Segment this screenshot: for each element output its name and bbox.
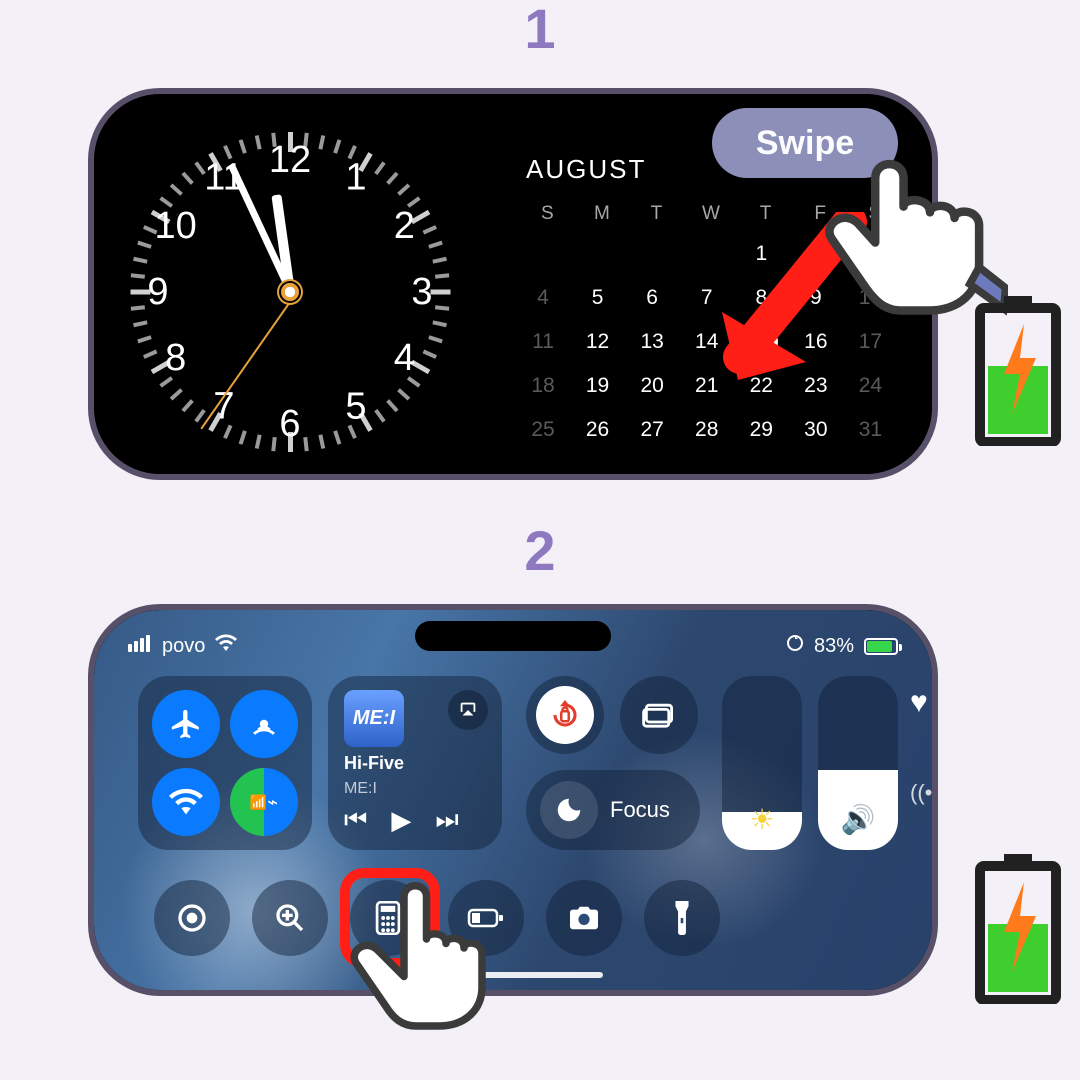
orientation-lock-toggle[interactable] bbox=[526, 676, 604, 754]
clock-number: 6 bbox=[268, 402, 312, 446]
cellular-bluetooth-toggle[interactable]: 📶⌁ bbox=[230, 768, 298, 836]
calendar-day: 20 bbox=[635, 371, 669, 401]
media-next-button[interactable]: ⏭ bbox=[435, 804, 458, 836]
connectivity-pane[interactable]: 📶⌁ bbox=[138, 676, 312, 850]
hotspot-icon[interactable]: ((•)) bbox=[910, 780, 938, 806]
signal-bars-icon bbox=[128, 635, 152, 658]
pointer-hand-icon bbox=[338, 872, 488, 1042]
battery-percent-label: 83% bbox=[814, 635, 854, 658]
calendar-day bbox=[526, 239, 560, 269]
flashlight-button[interactable] bbox=[644, 880, 720, 956]
calendar-day: 27 bbox=[635, 415, 669, 445]
brightness-icon: ☀ bbox=[722, 803, 802, 836]
carrier-label: povo bbox=[162, 635, 205, 658]
wifi-toggle[interactable] bbox=[152, 768, 220, 836]
screen-record-button[interactable] bbox=[154, 880, 230, 956]
brightness-slider[interactable]: ☀ bbox=[722, 676, 802, 850]
calendar-weekday: S bbox=[526, 203, 569, 225]
calendar-day: 5 bbox=[581, 283, 615, 313]
orientation-lock-mini-icon bbox=[786, 634, 804, 658]
clock-number: 8 bbox=[154, 336, 198, 380]
battery-charging-icon bbox=[974, 854, 1062, 1004]
magnifier-button[interactable] bbox=[252, 880, 328, 956]
step-number-2: 2 bbox=[0, 518, 1080, 583]
clock-number: 2 bbox=[382, 204, 426, 248]
media-pane[interactable]: ME:I Hi-Five ME:I ⏮ ▶ ⏭ bbox=[328, 676, 502, 850]
media-cover-art: ME:I bbox=[344, 690, 404, 747]
clock-number: 12 bbox=[268, 138, 312, 182]
focus-toggle[interactable]: Focus bbox=[526, 770, 700, 850]
clock-number: 4 bbox=[382, 336, 426, 380]
calendar-day: 11 bbox=[526, 327, 560, 357]
airplane-mode-toggle[interactable] bbox=[152, 690, 220, 758]
calendar-day: 28 bbox=[690, 415, 724, 445]
status-bar: povo 83% bbox=[128, 632, 898, 660]
calendar-day: 12 bbox=[581, 327, 615, 357]
airdrop-toggle[interactable] bbox=[230, 690, 298, 758]
control-center-screen[interactable]: povo 83% bbox=[94, 610, 932, 990]
clock-center-dot bbox=[281, 283, 299, 301]
calendar-day bbox=[581, 239, 615, 269]
clock-number: 9 bbox=[136, 270, 180, 314]
calendar-weekday: M bbox=[581, 203, 624, 225]
airplay-icon[interactable] bbox=[448, 690, 488, 730]
phone-step-2: povo 83% bbox=[88, 604, 938, 996]
calendar-day: 13 bbox=[635, 327, 669, 357]
media-artist: ME:I bbox=[344, 780, 486, 798]
media-play-button[interactable]: ▶ bbox=[391, 805, 411, 836]
clock-number: 10 bbox=[154, 204, 198, 248]
clock-number: 1 bbox=[334, 156, 378, 200]
clock-number: 3 bbox=[400, 270, 444, 314]
volume-icon: 🔊 bbox=[818, 803, 898, 836]
wifi-icon bbox=[215, 634, 237, 658]
calendar-day: 31 bbox=[853, 415, 887, 445]
pointer-hand-icon bbox=[818, 150, 1008, 320]
calendar-day: 26 bbox=[581, 415, 615, 445]
camera-button[interactable] bbox=[546, 880, 622, 956]
clock-number: 7 bbox=[202, 384, 246, 428]
screen-mirroring-toggle[interactable] bbox=[620, 676, 698, 754]
focus-label: Focus bbox=[610, 797, 670, 823]
calendar-day: 6 bbox=[635, 283, 669, 313]
calendar-day: 19 bbox=[581, 371, 615, 401]
volume-slider[interactable]: 🔊 bbox=[818, 676, 898, 850]
calendar-day: 25 bbox=[526, 415, 560, 445]
media-prev-button[interactable]: ⏮ bbox=[344, 804, 367, 836]
favorites-heart-icon[interactable]: ♥ bbox=[910, 686, 938, 720]
analog-clock-widget: 121234567891011 bbox=[130, 132, 450, 452]
media-title: Hi-Five bbox=[344, 753, 486, 774]
calendar-day: 30 bbox=[799, 415, 833, 445]
calendar-day: 18 bbox=[526, 371, 560, 401]
calendar-day: 4 bbox=[526, 283, 560, 313]
clock-number: 5 bbox=[334, 384, 378, 428]
battery-icon bbox=[864, 638, 898, 655]
step-number-1: 1 bbox=[0, 0, 1080, 61]
battery-charging-icon bbox=[974, 296, 1062, 446]
calendar-day bbox=[635, 239, 669, 269]
calendar-weekday: T bbox=[635, 203, 678, 225]
calendar-day: 29 bbox=[744, 415, 778, 445]
